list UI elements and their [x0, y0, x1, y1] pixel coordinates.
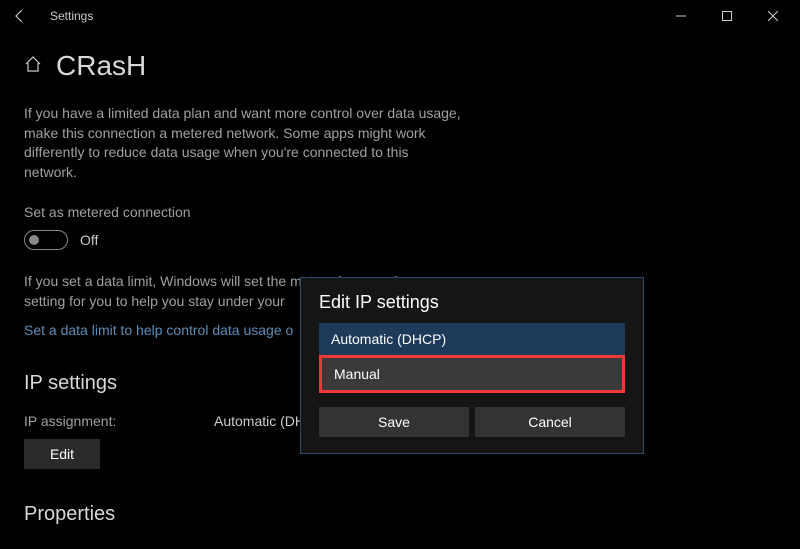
app-title: Settings	[50, 9, 93, 23]
ip-mode-select[interactable]: Automatic (DHCP) Manual	[319, 323, 625, 393]
back-button[interactable]	[4, 0, 36, 32]
dialog-buttons: Save Cancel	[319, 407, 625, 437]
toggle-row: Off	[24, 230, 776, 250]
maximize-button[interactable]	[704, 0, 750, 32]
description-text: If you have a limited data plan and want…	[24, 104, 464, 182]
toggle-state: Off	[80, 232, 98, 248]
minimize-icon	[676, 11, 686, 21]
dialog-title: Edit IP settings	[319, 292, 625, 313]
arrow-left-icon	[12, 8, 28, 24]
close-button[interactable]	[750, 0, 796, 32]
toggle-label: Set as metered connection	[24, 204, 776, 220]
maximize-icon	[722, 11, 732, 21]
minimize-button[interactable]	[658, 0, 704, 32]
cancel-button[interactable]: Cancel	[475, 407, 625, 437]
ip-assignment-label: IP assignment:	[24, 413, 214, 429]
close-icon	[768, 11, 778, 21]
option-automatic[interactable]: Automatic (DHCP)	[319, 323, 625, 355]
page-title: CRasH	[56, 50, 146, 82]
home-icon	[24, 55, 42, 78]
edit-button[interactable]: Edit	[24, 439, 100, 469]
edit-ip-dialog: Edit IP settings Automatic (DHCP) Manual…	[300, 277, 644, 454]
metered-toggle[interactable]	[24, 230, 68, 250]
toggle-knob	[29, 235, 39, 245]
page-header: CRasH	[24, 50, 776, 82]
save-button[interactable]: Save	[319, 407, 469, 437]
option-manual[interactable]: Manual	[319, 355, 625, 393]
window-controls	[658, 0, 796, 32]
properties-heading: Properties	[24, 503, 776, 526]
data-limit-link[interactable]: Set a data limit to help control data us…	[24, 322, 293, 338]
titlebar: Settings	[0, 0, 800, 32]
